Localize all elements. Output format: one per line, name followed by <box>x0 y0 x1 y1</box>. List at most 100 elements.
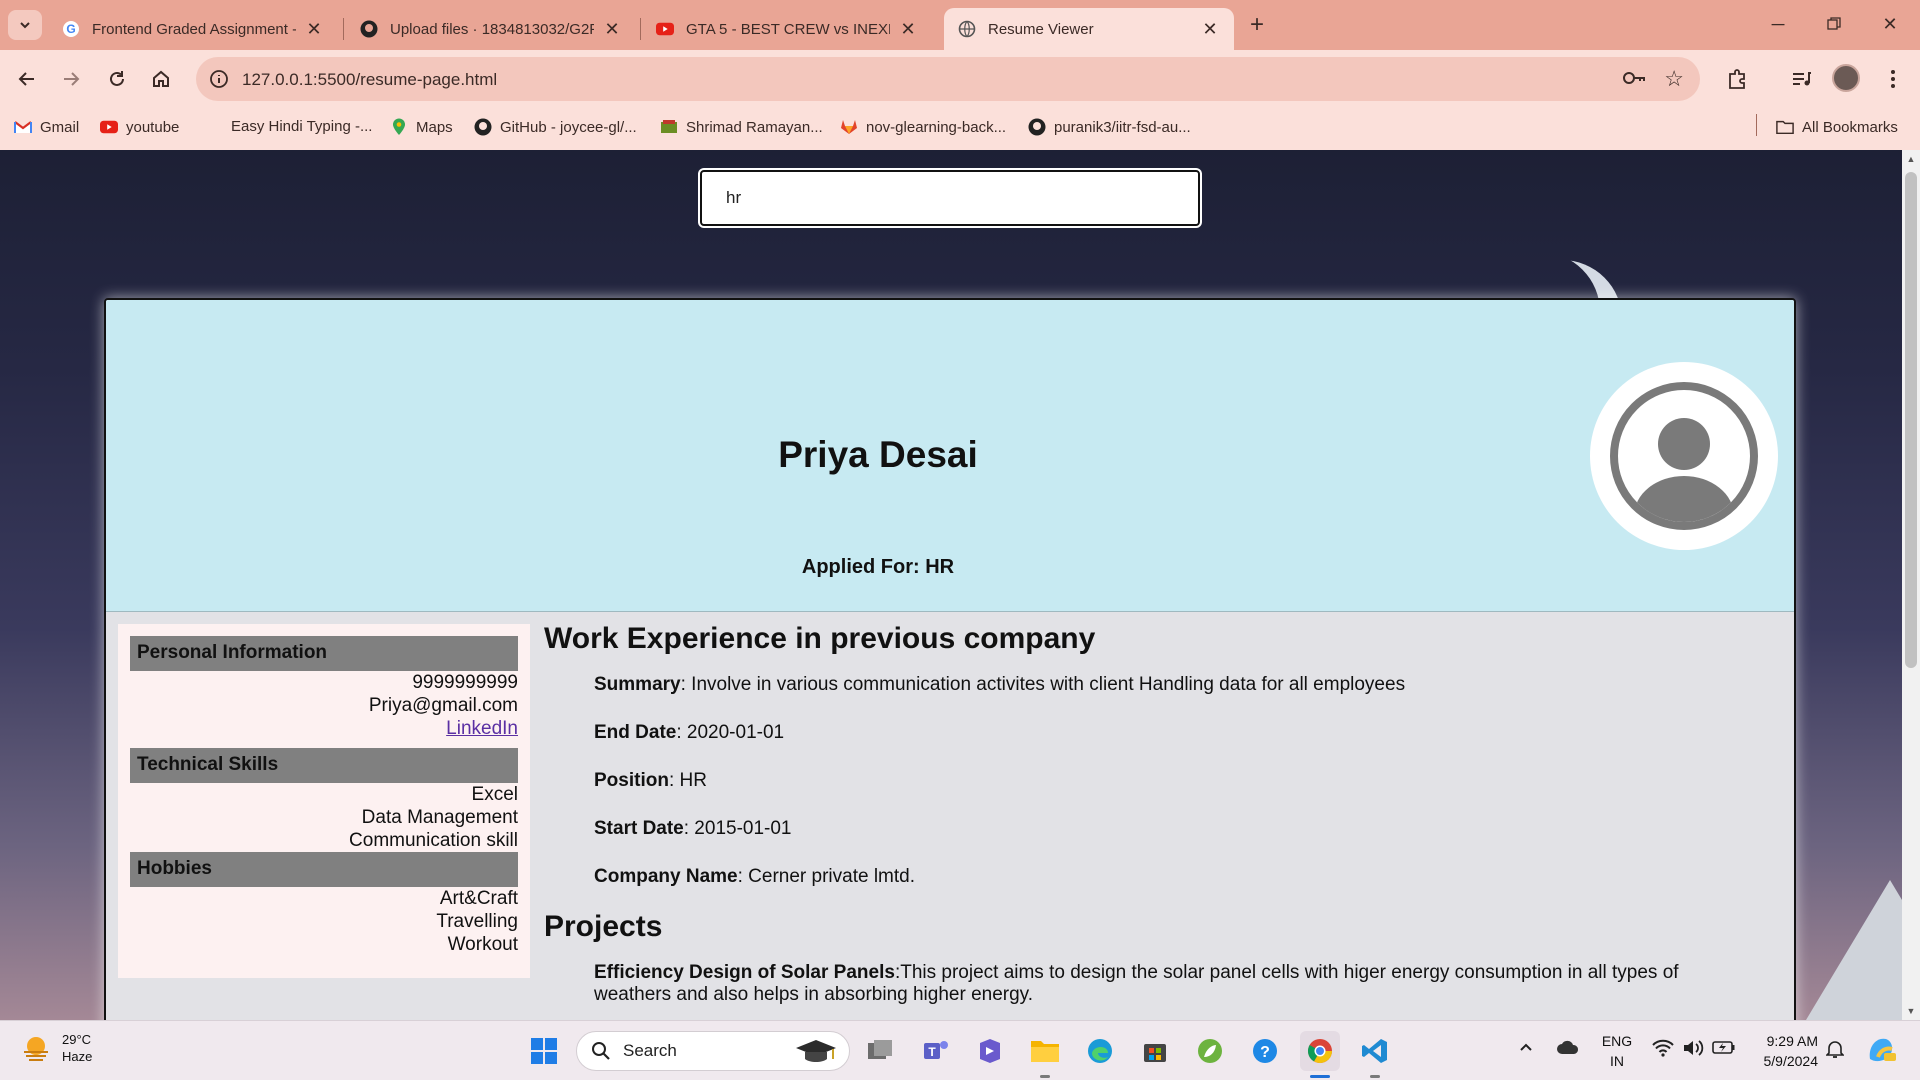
tab-resume-viewer[interactable]: Resume Viewer ✕ <box>944 8 1234 50</box>
weather-widget[interactable]: 29°C Haze <box>20 1031 92 1065</box>
applied-label: Applied For: <box>801 556 920 578</box>
restore-icon <box>1827 17 1841 30</box>
page-scrollbar[interactable]: ▲ ▼ <box>1902 150 1920 1020</box>
close-icon[interactable]: ✕ <box>304 19 324 39</box>
bookmark-puranik3[interactable]: puranik3/iitr-fsd-au... <box>1028 118 1191 136</box>
minimize-button[interactable]: ─ <box>1758 8 1798 40</box>
bookmark-maps[interactable]: Maps <box>390 118 453 136</box>
resume-sidebar: Personal Information 9999999999 Priya@gm… <box>118 624 530 978</box>
language-indicator[interactable]: ENG IN <box>1600 1031 1634 1071</box>
spring-tool-button[interactable] <box>1190 1031 1230 1071</box>
close-icon[interactable]: ✕ <box>898 19 918 39</box>
bookmark-easy-hindi-typing[interactable]: Easy Hindi Typing -... <box>231 118 372 135</box>
volume-button[interactable] <box>1682 1039 1704 1061</box>
weather-temperature: 29°C <box>62 1032 92 1047</box>
close-window-button[interactable]: ✕ <box>1870 8 1910 40</box>
task-view-button[interactable] <box>860 1031 900 1071</box>
bookmark-nov-glearning[interactable]: nov-glearning-back... <box>840 118 1006 136</box>
tab-divider <box>640 18 641 40</box>
task-view-icon <box>868 1040 892 1059</box>
linkedin-link[interactable]: LinkedIn <box>446 718 518 739</box>
close-icon[interactable]: ✕ <box>602 19 622 39</box>
taskbar-search[interactable]: Search <box>576 1031 850 1071</box>
password-key-icon[interactable] <box>1622 68 1646 93</box>
battery-button[interactable] <box>1712 1039 1736 1059</box>
tab-title: GTA 5 - BEST CREW vs INEXPER <box>686 20 890 38</box>
candidate-name: Priya Desai <box>778 434 978 475</box>
bookmark-shrimad-ramayan[interactable]: Shrimad Ramayan... <box>660 118 823 136</box>
scrollbar-thumb[interactable] <box>1905 172 1917 668</box>
back-arrow-icon <box>18 72 34 86</box>
chrome-button[interactable] <box>1300 1031 1340 1071</box>
file-explorer-button[interactable] <box>1025 1031 1065 1071</box>
email-address: Priya@gmail.com <box>368 695 518 716</box>
bookmark-label: Gmail <box>40 118 80 136</box>
search-icon <box>592 1042 610 1060</box>
field-label: Company Name <box>594 866 738 887</box>
bookmark-label: nov-glearning-back... <box>866 118 1007 136</box>
store-button[interactable] <box>1135 1031 1175 1071</box>
tab-divider <box>343 18 344 40</box>
scroll-up-arrow-icon[interactable]: ▲ <box>1906 154 1916 164</box>
forward-button[interactable] <box>56 64 86 94</box>
bookmarks-bar: Gmail youtube Easy Hindi Typing -... Map… <box>0 108 1920 150</box>
scroll-down-arrow-icon[interactable]: ▼ <box>1906 1006 1916 1016</box>
field-label: Position <box>594 770 669 791</box>
url-text: 127.0.0.1:5500/resume-page.html <box>242 70 498 89</box>
svg-text:G: G <box>66 22 75 36</box>
tab-frontend-assignment[interactable]: G Frontend Graded Assignment - ✕ <box>48 8 338 50</box>
extensions-button[interactable] <box>1722 64 1752 94</box>
bookmark-youtube[interactable]: youtube <box>100 118 179 136</box>
system-clock[interactable]: 9:29 AM 5/9/2024 <box>1756 1031 1819 1071</box>
copilot-icon <box>980 1039 1000 1063</box>
tab-upload-files[interactable]: Upload files · 1834813032/G2F5 ✕ <box>346 8 636 50</box>
help-button[interactable]: ? <box>1245 1031 1285 1071</box>
restore-button[interactable] <box>1814 8 1854 40</box>
bookmark-github-joycee[interactable]: GitHub - joycee-gl/... <box>474 118 637 136</box>
tab-youtube-video[interactable]: GTA 5 - BEST CREW vs INEXPER ✕ <box>642 8 932 50</box>
reload-button[interactable] <box>102 64 132 94</box>
back-button[interactable] <box>12 64 42 94</box>
work-summary: Summary: Involve in various communicatio… <box>594 674 1774 696</box>
resume-header: Priya Desai Applied For: HR <box>106 300 1794 612</box>
bookmark-gmail[interactable]: Gmail <box>14 118 79 136</box>
vscode-button[interactable] <box>1355 1031 1395 1071</box>
weather-description: Haze <box>62 1049 93 1064</box>
forward-arrow-icon <box>64 72 80 86</box>
edge-button[interactable] <box>1080 1031 1120 1071</box>
copilot-button[interactable] <box>970 1031 1010 1071</box>
windows-taskbar: 29°C Haze Search T ? ENG IN 9:29 AM 5/9/… <box>0 1020 1920 1080</box>
site-info-icon[interactable] <box>206 66 232 92</box>
youtube-icon <box>100 118 118 136</box>
teams-button[interactable]: T <box>916 1031 956 1071</box>
show-hidden-icons-button[interactable] <box>1518 1039 1534 1059</box>
help-icon: ? <box>1253 1039 1277 1063</box>
all-bookmarks-button[interactable]: All Bookmarks <box>1776 118 1898 136</box>
profile-avatar[interactable] <box>1832 64 1860 92</box>
wifi-button[interactable] <box>1652 1039 1674 1061</box>
onedrive-button[interactable] <box>1556 1039 1580 1059</box>
leaf-icon <box>1198 1039 1222 1063</box>
bookmark-star-icon[interactable]: ☆ <box>1664 66 1684 92</box>
github-icon <box>1028 118 1046 136</box>
tab-search-button[interactable] <box>8 10 42 40</box>
new-tab-button[interactable]: + <box>1244 11 1270 38</box>
field-label: End Date <box>594 722 677 743</box>
battery-charging-icon <box>1712 1041 1735 1054</box>
close-icon[interactable]: ✕ <box>1200 19 1220 39</box>
github-icon <box>474 118 492 136</box>
globe-icon <box>958 20 976 38</box>
tab-title: Resume Viewer <box>988 20 1094 38</box>
address-bar[interactable]: 127.0.0.1:5500/resume-page.html ☆ <box>196 57 1700 101</box>
job-search-input[interactable]: hr <box>700 170 1200 226</box>
start-button[interactable] <box>524 1031 564 1071</box>
home-button[interactable] <box>146 64 176 94</box>
copilot-tray-button[interactable] <box>1864 1033 1898 1071</box>
bookmark-label: Maps <box>416 118 453 136</box>
haze-sun-icon <box>24 1037 48 1061</box>
work-company-name: Company Name: Cerner private lmtd. <box>594 866 1774 888</box>
personal-info-heading: Personal Information <box>130 636 518 671</box>
menu-button[interactable] <box>1878 64 1908 94</box>
notifications-button[interactable] <box>1825 1039 1845 1063</box>
media-controls-button[interactable] <box>1786 64 1816 94</box>
